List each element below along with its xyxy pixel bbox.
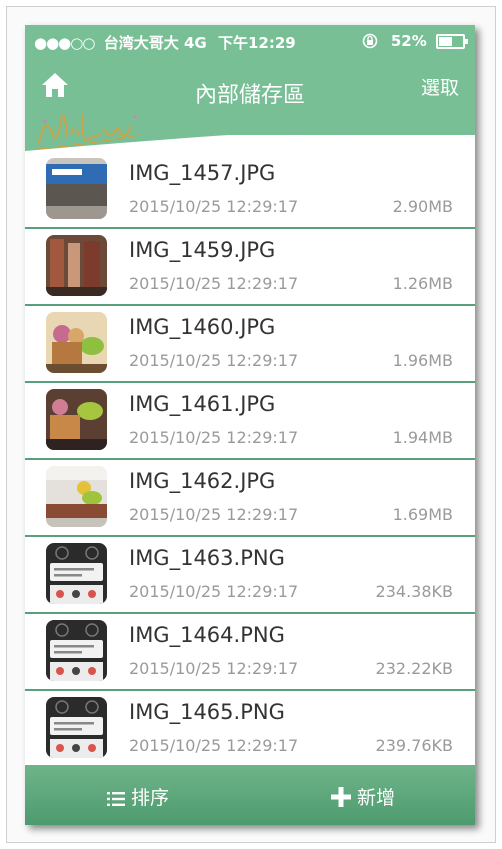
plus-icon xyxy=(331,787,351,807)
list-item[interactable]: IMG_1459.JPG 2015/10/25 12:29:17 1.26MB xyxy=(25,229,475,306)
orientation-lock-icon xyxy=(362,33,377,49)
file-date: 2015/10/25 12:29:17 xyxy=(129,582,299,601)
file-thumbnail xyxy=(46,158,107,219)
file-thumbnail xyxy=(46,466,107,527)
add-label: 新增 xyxy=(357,787,396,809)
sort-label: 排序 xyxy=(131,787,170,809)
status-bar: ●●●○○ 台湾大哥大 4G 下午12:29 52% xyxy=(25,25,475,57)
file-name: IMG_1465.PNG xyxy=(129,700,285,724)
sort-button[interactable]: 排序 xyxy=(107,783,169,810)
list-item[interactable]: IMG_1461.JPG 2015/10/25 12:29:17 1.94MB xyxy=(25,383,475,460)
file-size: 1.69MB xyxy=(392,505,453,524)
file-size: 1.94MB xyxy=(392,428,453,447)
signal-icon: ●●●○○ xyxy=(34,34,95,52)
file-thumbnail xyxy=(46,620,107,681)
file-size: 2.90MB xyxy=(392,197,453,216)
list-item[interactable]: IMG_1462.JPG 2015/10/25 12:29:17 1.69MB xyxy=(25,460,475,537)
file-thumbnail xyxy=(46,389,107,450)
file-thumbnail xyxy=(46,312,107,373)
file-thumbnail xyxy=(46,697,107,758)
list-item[interactable]: IMG_1463.PNG 2015/10/25 12:29:17 234.38K… xyxy=(25,537,475,614)
file-date: 2015/10/25 12:29:17 xyxy=(129,351,299,370)
list-item[interactable]: IMG_1460.JPG 2015/10/25 12:29:17 1.96MB xyxy=(25,306,475,383)
list-item[interactable]: IMG_1464.PNG 2015/10/25 12:29:17 232.22K… xyxy=(25,614,475,691)
status-time: 下午12:29 xyxy=(218,34,296,52)
bottom-toolbar: 排序 新增 xyxy=(25,765,475,825)
file-size: 234.38KB xyxy=(375,582,453,601)
file-name: IMG_1457.JPG xyxy=(129,161,276,185)
battery-percent: 52% xyxy=(390,32,427,50)
list-item[interactable]: IMG_1457.JPG 2015/10/25 12:29:17 2.90MB xyxy=(25,152,475,229)
network-label: 4G xyxy=(183,34,207,52)
file-size: 232.22KB xyxy=(375,659,453,678)
file-name: IMG_1461.JPG xyxy=(129,392,276,416)
battery-icon xyxy=(436,34,468,49)
file-date: 2015/10/25 12:29:17 xyxy=(129,736,299,755)
file-name: IMG_1459.JPG xyxy=(129,238,276,262)
file-name: IMG_1463.PNG xyxy=(129,546,285,570)
file-name: IMG_1464.PNG xyxy=(129,623,285,647)
file-date: 2015/10/25 12:29:17 xyxy=(129,428,299,447)
file-size: 1.26MB xyxy=(392,274,453,293)
file-name: IMG_1462.JPG xyxy=(129,469,276,493)
file-date: 2015/10/25 12:29:17 xyxy=(129,505,299,524)
add-button[interactable]: 新增 xyxy=(331,783,395,810)
file-thumbnail xyxy=(46,235,107,296)
list-item[interactable]: IMG_1465.PNG 2015/10/25 12:29:17 239.76K… xyxy=(25,691,475,768)
file-name: IMG_1460.JPG xyxy=(129,315,276,339)
carrier-label: 台湾大哥大 xyxy=(103,34,179,52)
phone-screen: ●●●○○ 台湾大哥大 4G 下午12:29 52% 內部儲存區 選取 IMG_… xyxy=(25,25,475,825)
file-date: 2015/10/25 12:29:17 xyxy=(129,274,299,293)
file-date: 2015/10/25 12:29:17 xyxy=(129,659,299,678)
file-size: 1.96MB xyxy=(392,351,453,370)
file-thumbnail xyxy=(46,543,107,604)
file-size: 239.76KB xyxy=(375,736,453,755)
select-button[interactable]: 選取 xyxy=(421,73,459,100)
file-date: 2015/10/25 12:29:17 xyxy=(129,197,299,216)
list-icon xyxy=(107,792,125,806)
signature-watermark xyxy=(36,114,140,150)
